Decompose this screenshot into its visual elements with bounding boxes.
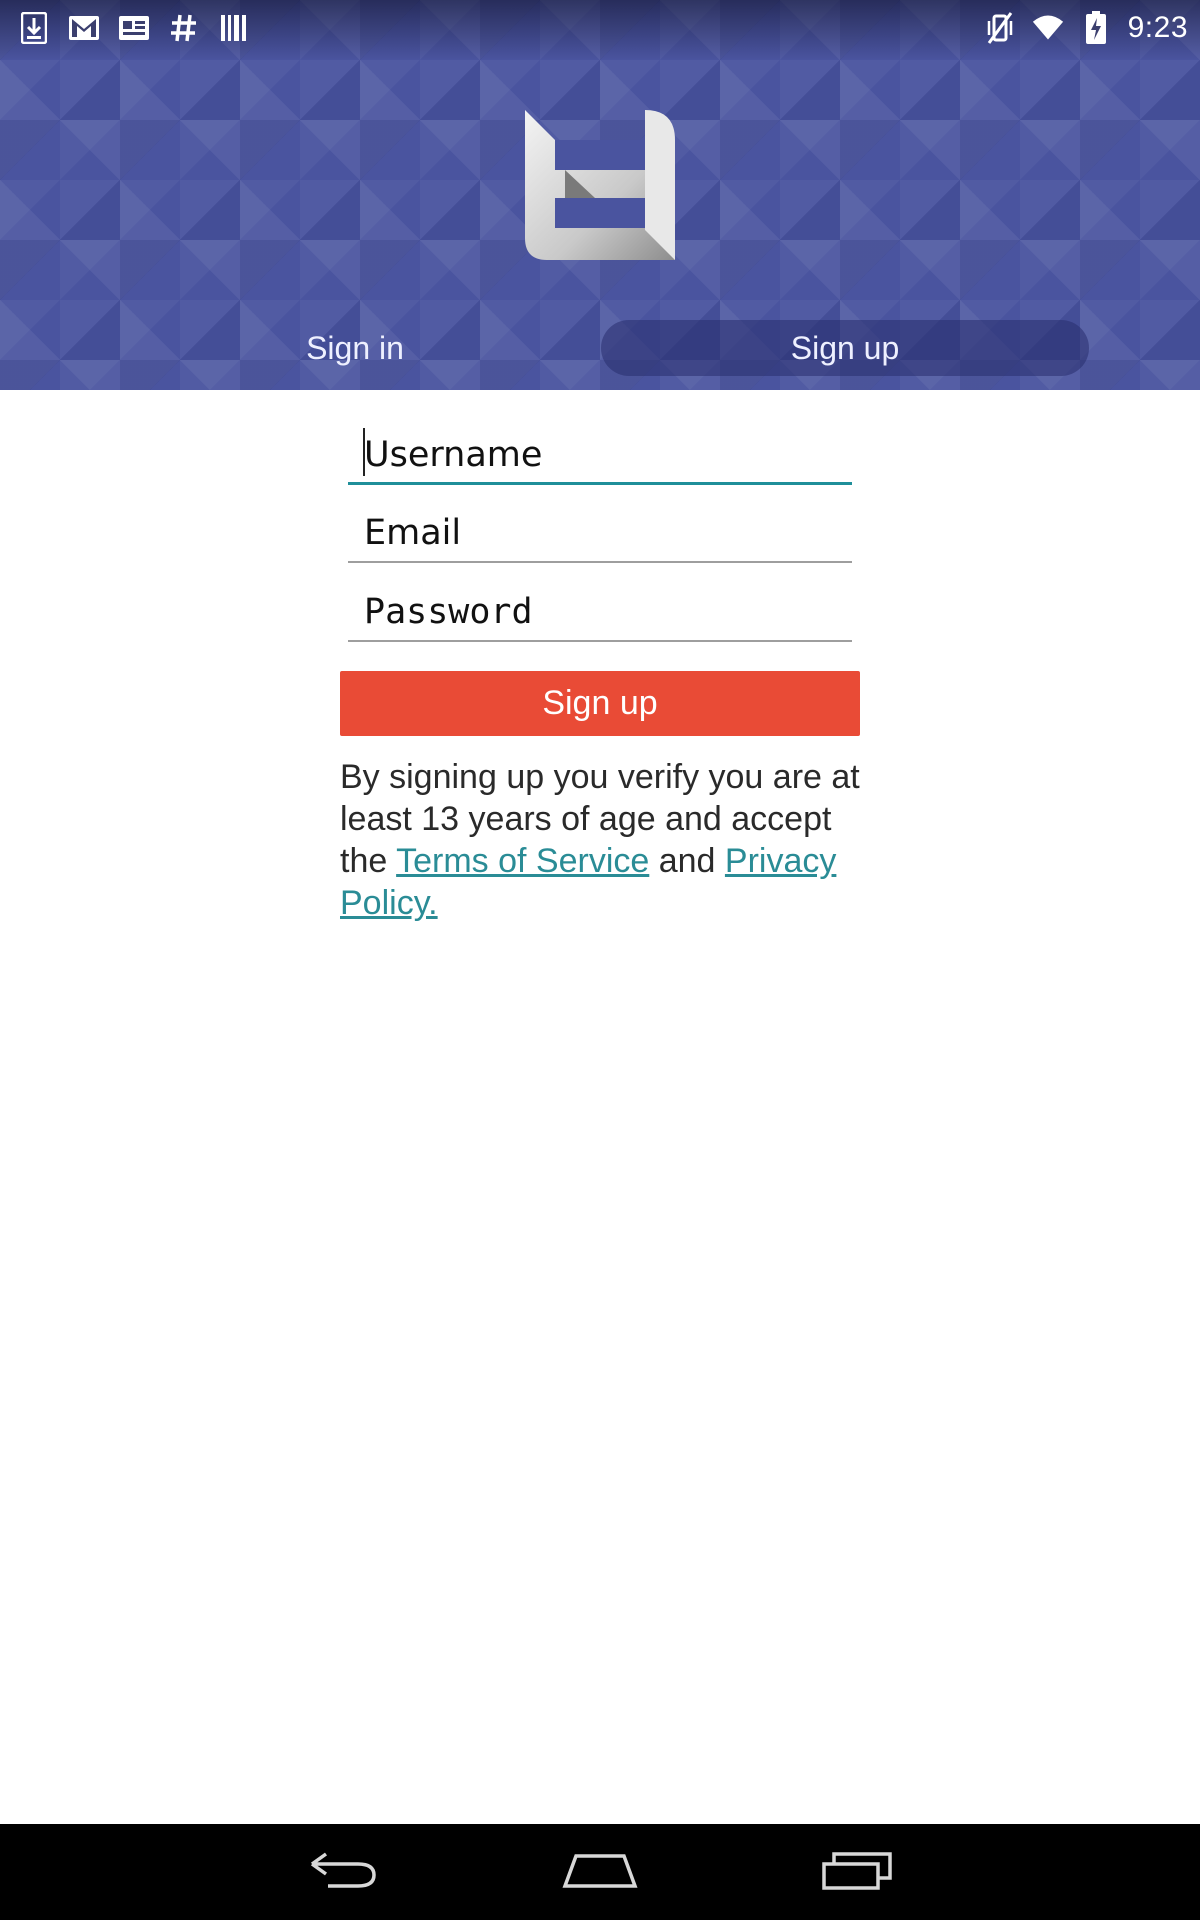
sign-up-button[interactable]: Sign up: [340, 671, 860, 736]
system-icons: 9:23: [984, 8, 1188, 48]
navigation-bar: [0, 1824, 1200, 1920]
recents-button[interactable]: [807, 1844, 907, 1900]
terms-notice: By signing up you verify you are at leas…: [340, 756, 870, 924]
clock: 9:23: [1127, 11, 1188, 44]
home-icon: [562, 1850, 638, 1894]
email-field[interactable]: [348, 503, 852, 563]
header-banner: 9:23 Sign in Sign up: [0, 0, 1200, 390]
username-underline: [348, 482, 852, 485]
tab-sign-in[interactable]: Sign in: [110, 320, 600, 376]
tab-sign-up[interactable]: Sign up: [601, 320, 1089, 376]
password-underline: [348, 640, 852, 642]
status-bar: 9:23: [0, 0, 1200, 60]
auth-tabs: Sign in Sign up: [0, 320, 1200, 378]
vibrate-mute-icon: [984, 11, 1016, 45]
terms-middle: and: [649, 842, 725, 880]
news-icon: [118, 11, 150, 45]
text-cursor: [363, 428, 365, 476]
email-underline: [348, 561, 852, 563]
back-icon: [308, 1850, 378, 1894]
username-field[interactable]: [348, 425, 852, 485]
download-icon: [18, 11, 50, 45]
battery-charging-icon: [1080, 11, 1112, 45]
hashtag-icon: [168, 11, 200, 45]
gmail-icon: [68, 11, 100, 45]
app-logo: [525, 110, 675, 260]
terms-of-service-link[interactable]: Terms of Service: [396, 842, 649, 880]
wifi-icon: [1032, 11, 1064, 45]
home-button[interactable]: [550, 1844, 650, 1900]
notification-icons: [18, 8, 250, 48]
back-button[interactable]: [293, 1844, 393, 1900]
barcode-icon: [218, 11, 250, 45]
sign-up-screen: 9:23 Sign in Sign up Username Email Sign…: [0, 0, 1200, 1920]
password-field[interactable]: [348, 582, 852, 642]
recents-icon: [822, 1850, 892, 1894]
